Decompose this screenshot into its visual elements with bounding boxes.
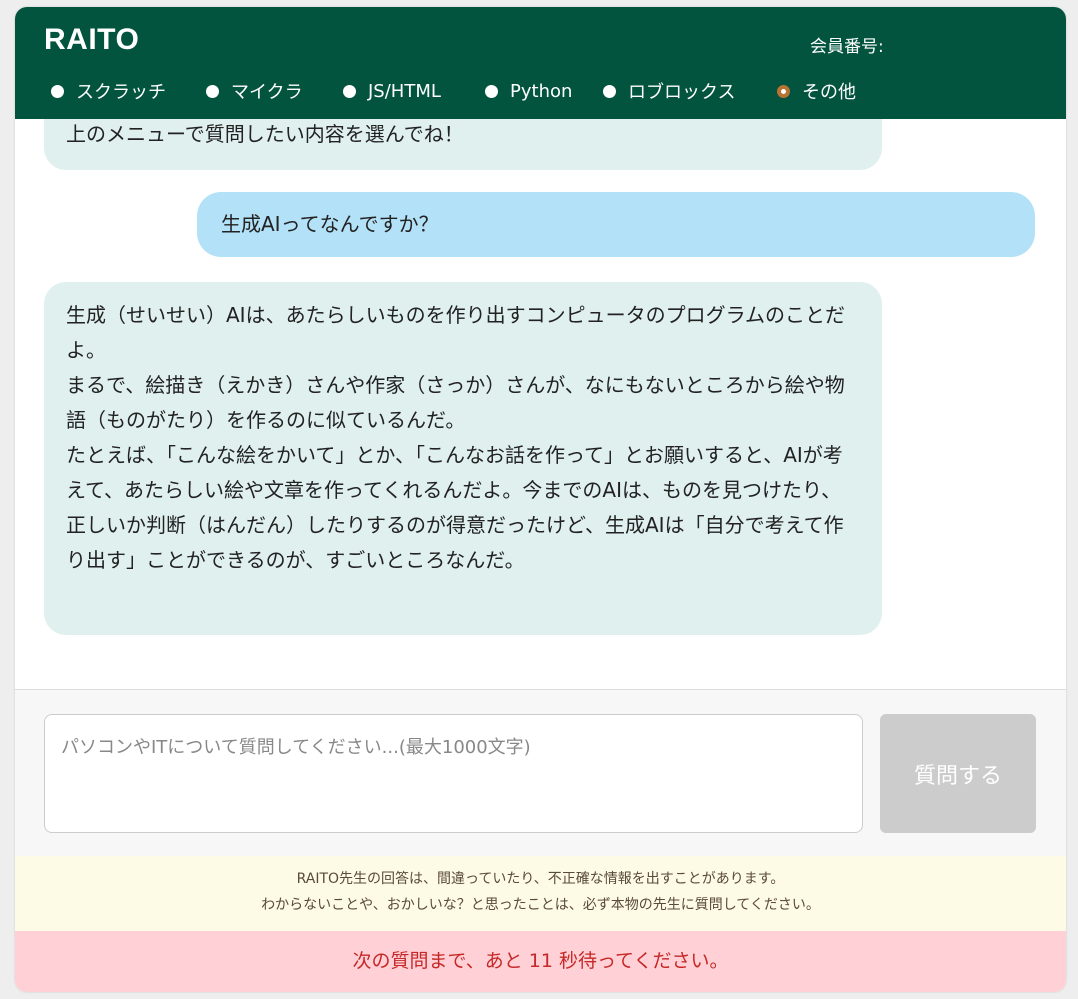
disclaimer-line: わからないことや、おかしいな？と思ったことは、必ず本物の先生に質問してください。 [261, 897, 820, 913]
topic-label: ロブロックス [628, 82, 736, 103]
topic-label: その他 [802, 82, 856, 103]
topic-label: マイクラ [231, 82, 303, 103]
message-paragraph: まるで、絵描き（えかき）さんや作家（さっか）さんが、なにもないところから絵や物語… [66, 373, 845, 432]
question-form: 質問する [15, 689, 1066, 856]
topic-option-scratch[interactable]: スクラッチ [51, 77, 166, 105]
topic-label: JS/HTML [368, 80, 441, 102]
radio-icon[interactable] [485, 84, 498, 98]
topic-option-roblox[interactable]: ロブロックス [603, 77, 735, 105]
message-text: 上のメニューで質問したい内容を選んでね！ [66, 122, 464, 146]
topic-option-js-html[interactable]: JS/HTML [343, 77, 441, 105]
message-text: 生成AIってなんですか？ [221, 212, 439, 236]
radio-icon[interactable] [206, 84, 219, 98]
message-paragraph: たとえば、「こんな絵をかいて」とか、「こんなお話を作って」とお願いすると、AIが… [66, 443, 844, 572]
topic-option-minecraft[interactable]: マイクラ [206, 77, 303, 105]
header: RAITO 会員番号: スクラッチ マイクラ JS/HTML Python ロブ… [15, 7, 1066, 119]
question-input[interactable] [44, 714, 863, 833]
topic-option-python[interactable]: Python [485, 77, 572, 105]
user-message: 生成AIってなんですか？ [197, 192, 1035, 257]
bot-message: 上のメニューで質問したい内容を選んでね！ [44, 119, 882, 170]
chat-app: RAITO 会員番号: スクラッチ マイクラ JS/HTML Python ロブ… [15, 7, 1066, 992]
radio-icon[interactable] [343, 84, 356, 98]
topic-label: Python [510, 80, 573, 102]
cooldown-notice: 次の質問まで、あと 11 秒待ってください。 [15, 931, 1066, 992]
radio-checked-icon[interactable] [777, 84, 790, 98]
message-paragraph: 生成（せいせい）AIは、あたらしいものを作り出すコンピュータのプログラムのことだ… [66, 303, 845, 362]
disclaimer-line: RAITO先生の回答は、間違っていたり、不正確な情報を出すことがあります。 [296, 871, 785, 887]
topic-option-other[interactable]: その他 [777, 77, 856, 105]
topic-label: スクラッチ [76, 82, 166, 103]
radio-icon[interactable] [603, 84, 616, 98]
bot-message: 生成（せいせい）AIは、あたらしいものを作り出すコンピュータのプログラムのことだ… [44, 282, 882, 635]
submit-question-button[interactable]: 質問する [880, 714, 1036, 833]
member-number: 会員番号: [810, 37, 884, 57]
app-title: RAITO [44, 23, 140, 56]
chat-log[interactable]: 上のメニューで質問したい内容を選んでね！ 生成AIってなんですか？ 生成（せいせ… [15, 119, 1066, 689]
radio-icon[interactable] [51, 84, 64, 98]
disclaimer: RAITO先生の回答は、間違っていたり、不正確な情報を出すことがあります。 わか… [15, 856, 1066, 931]
